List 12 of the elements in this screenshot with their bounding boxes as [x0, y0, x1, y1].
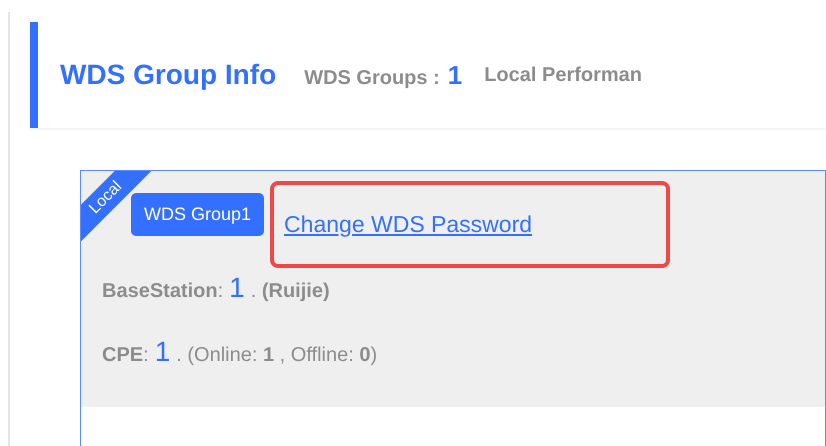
- group-badge: WDS Group1: [131, 192, 264, 236]
- change-password-link[interactable]: Change WDS Password: [284, 210, 532, 236]
- stat-value: 1: [448, 58, 462, 92]
- page-title: WDS Group Info: [60, 58, 276, 92]
- stat-label: WDS Groups :: [304, 66, 440, 90]
- stat-label: Local Performan: [484, 63, 642, 88]
- row-detail: . (Ruijie): [250, 279, 330, 304]
- row-label: CPE:: [102, 343, 149, 368]
- row-detail: . (Online: 1 , Offline: 0): [176, 343, 378, 368]
- row-label: BaseStation:: [102, 279, 224, 304]
- row-count: 1: [154, 335, 170, 369]
- row-count: 1: [229, 271, 245, 305]
